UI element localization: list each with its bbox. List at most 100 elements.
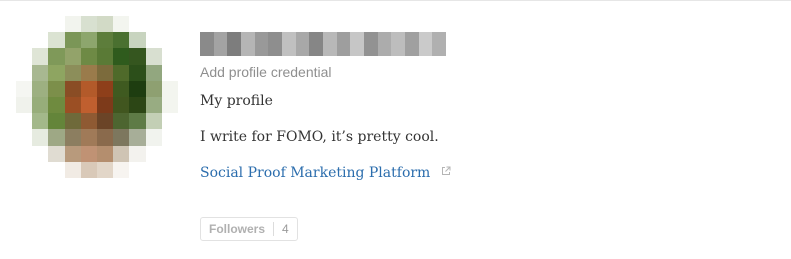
avatar-pixel — [48, 145, 65, 162]
avatar-pixel — [32, 113, 49, 130]
avatar-pixel — [16, 32, 33, 49]
avatar-pixel — [113, 129, 130, 146]
external-link-icon — [441, 166, 451, 175]
avatar[interactable] — [16, 16, 178, 178]
avatar-pixel — [48, 80, 65, 97]
avatar-pixel — [64, 129, 81, 146]
avatar-pixel — [32, 64, 49, 81]
avatar-pixel — [145, 113, 162, 130]
avatar-pixel — [129, 129, 146, 146]
name-blur-block — [282, 32, 296, 56]
avatar-pixel — [64, 96, 81, 114]
avatar-pixel — [48, 48, 65, 65]
avatar-pixel — [80, 145, 97, 162]
avatar-pixel — [96, 64, 114, 81]
avatar-pixel — [16, 129, 33, 146]
avatar-pixel — [16, 16, 33, 33]
name-blur-block — [391, 32, 406, 56]
avatar-pixel — [113, 145, 130, 162]
avatar-pixel — [48, 161, 65, 178]
name-blur-block — [432, 32, 447, 56]
avatar-pixel — [145, 16, 162, 33]
avatar-pixel — [16, 145, 33, 162]
avatar-pixel — [161, 64, 178, 81]
avatar-pixel — [96, 129, 114, 146]
avatar-pixel — [145, 64, 162, 81]
avatar-pixel — [145, 129, 162, 146]
avatar-pixel — [32, 16, 49, 33]
avatar-pixel — [48, 16, 65, 33]
avatar-pixel — [161, 129, 178, 146]
avatar-pixel — [80, 48, 97, 65]
avatar-pixel — [80, 161, 97, 178]
avatar-pixel — [64, 64, 81, 81]
followers-button[interactable]: Followers 4 — [200, 217, 298, 241]
avatar-pixel — [96, 161, 114, 178]
avatar-pixel — [64, 161, 81, 178]
avatar-pixel — [96, 48, 114, 65]
avatar-pixel — [96, 145, 114, 162]
name-blur-block — [364, 32, 378, 56]
avatar-pixel — [32, 129, 49, 146]
website-link[interactable]: Social Proof Marketing Platform — [200, 165, 451, 181]
avatar-pixel — [16, 96, 33, 114]
name-blur-block — [200, 32, 214, 56]
name-blur-block — [309, 32, 324, 56]
profile-name-blurred — [200, 32, 447, 56]
top-divider — [0, 0, 791, 1]
avatar-pixel — [113, 161, 130, 178]
name-blur-block — [227, 32, 242, 56]
avatar-pixel — [16, 161, 33, 178]
avatar-pixel — [64, 145, 81, 162]
avatar-pixel — [16, 113, 33, 130]
website-link-text: Social Proof Marketing Platform — [200, 165, 431, 181]
avatar-pixel — [145, 161, 162, 178]
avatar-pixel — [80, 64, 97, 81]
avatar-pixel — [161, 48, 178, 65]
avatar-pixel — [48, 113, 65, 130]
avatar-pixel — [32, 96, 49, 114]
name-blur-block — [418, 32, 433, 56]
avatar-pixel — [80, 80, 97, 97]
avatar-pixel — [129, 80, 146, 97]
avatar-pixel — [161, 32, 178, 49]
avatar-pixel — [113, 48, 130, 65]
avatar-pixel — [113, 16, 130, 33]
avatar-pixel — [113, 80, 130, 97]
avatar-pixel — [96, 113, 114, 130]
avatar-pixel — [96, 80, 114, 97]
add-credential-link[interactable]: Add profile credential — [200, 64, 332, 80]
followers-divider — [273, 222, 275, 236]
name-blur-block — [377, 32, 392, 56]
name-blur-block — [323, 32, 337, 56]
avatar-pixel — [145, 32, 162, 49]
avatar-pixel — [113, 32, 130, 49]
avatar-pixel — [80, 113, 97, 130]
avatar-pixel — [32, 32, 49, 49]
avatar-pixel — [113, 64, 130, 81]
avatar-pixel — [32, 145, 49, 162]
avatar-pixel — [145, 96, 162, 114]
avatar-pixel — [129, 161, 146, 178]
profile-bio: I write for FOMO, it’s pretty cool. — [200, 129, 439, 145]
avatar-pixel — [64, 16, 81, 33]
avatar-pixel — [32, 48, 49, 65]
name-blur-block — [336, 32, 351, 56]
avatar-pixel — [129, 145, 146, 162]
avatar-pixel — [80, 32, 97, 49]
name-blur-block — [254, 32, 269, 56]
avatar-pixel — [48, 32, 65, 49]
avatar-pixel — [161, 113, 178, 130]
name-blur-block — [241, 32, 255, 56]
avatar-pixel — [64, 32, 81, 49]
my-profile-label: My profile — [200, 93, 273, 109]
avatar-pixel — [48, 129, 65, 146]
avatar-pixel — [80, 129, 97, 146]
avatar-pixel — [32, 80, 49, 97]
avatar-pixel — [129, 96, 146, 114]
avatar-pixel — [161, 161, 178, 178]
avatar-pixel — [96, 32, 114, 49]
avatar-pixel — [48, 96, 65, 114]
avatar-pixel — [129, 32, 146, 49]
avatar-pixel — [16, 80, 33, 97]
